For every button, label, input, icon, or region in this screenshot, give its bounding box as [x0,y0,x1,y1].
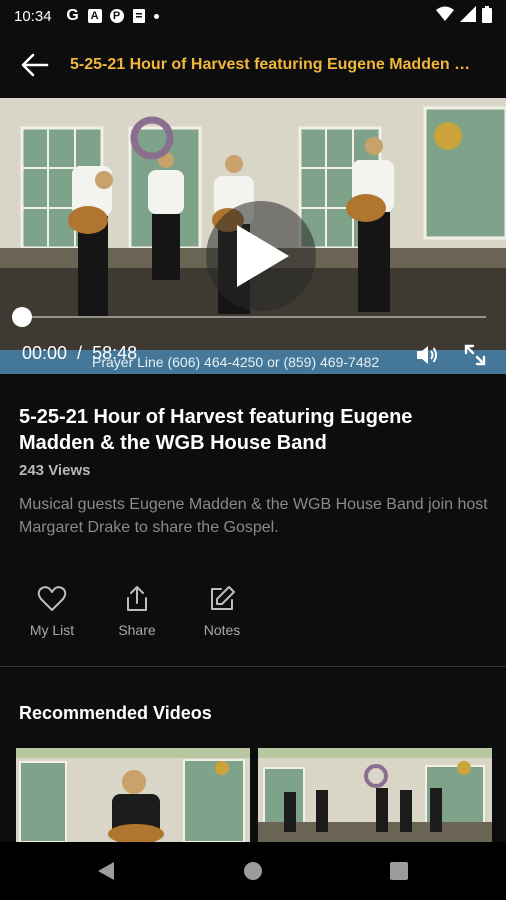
edit-icon [211,586,235,610]
time-separator: / [77,343,83,363]
recommended-heading: Recommended Videos [19,703,212,723]
current-time: 00:00 [22,343,68,363]
play-icon [237,225,289,287]
play-button[interactable] [206,201,316,311]
clipboard-icon [132,9,146,23]
my-list-button[interactable]: My List [17,584,87,638]
news-icon: A [87,9,102,23]
my-list-label: My List [29,622,75,638]
arrow-left-icon [21,53,49,77]
notification-icons: G A P [66,7,159,24]
dot-icon [153,13,159,19]
progress-handle[interactable] [12,307,32,327]
triangle-back-icon [98,862,114,880]
google-icon: G [66,7,79,24]
wifi-icon [436,6,454,26]
divider [0,666,506,667]
back-button[interactable] [0,32,70,98]
action-row: My List Share Notes [0,584,506,644]
nav-recents-button[interactable] [384,856,414,886]
notes-label: Notes [203,622,241,638]
heart-icon [37,586,67,611]
recommended-list [16,748,506,842]
video-info: 5-25-21 Hour of Harvest featuring Eugene… [19,404,489,539]
video-title: 5-25-21 Hour of Harvest featuring Eugene… [19,406,413,454]
thumbnail-image [16,748,250,842]
thumbnail-image [258,748,492,842]
recommended-thumbnail[interactable] [258,748,492,842]
time-readout: 00:00 / 58:48 [22,343,137,364]
volume-icon [417,346,437,364]
page-title: 5-25-21 Hour of Harvest featuring Eugene… [70,56,480,73]
status-time: 10:34 [14,7,52,25]
share-icon [127,586,147,611]
recommended-thumbnail[interactable] [16,748,250,842]
fullscreen-button[interactable] [462,342,488,368]
share-label: Share [118,622,156,638]
nav-home-button[interactable] [238,856,268,886]
app-bar: 5-25-21 Hour of Harvest featuring Eugene… [0,32,506,98]
video-player[interactable]: Prayer Line (606) 464-4250 or (859) 469-… [0,98,506,374]
video-description: Musical guests Eugene Madden & the WGB H… [19,496,488,536]
battery-icon [482,5,492,27]
square-recents-icon [390,862,408,880]
circle-home-icon [244,862,262,880]
expand-icon [464,344,486,366]
volume-button[interactable] [414,342,440,368]
progress-track[interactable] [20,316,486,318]
navigation-bar [0,842,506,900]
notes-button[interactable]: Notes [187,584,257,638]
signal-icon [460,6,476,26]
nav-back-button[interactable] [91,856,121,886]
view-count: 243 Views [19,462,91,479]
status-bar: 10:34 G A P [0,0,506,32]
share-button[interactable]: Share [102,584,172,638]
notes-icon: P [109,9,124,23]
duration: 58:48 [92,343,138,363]
